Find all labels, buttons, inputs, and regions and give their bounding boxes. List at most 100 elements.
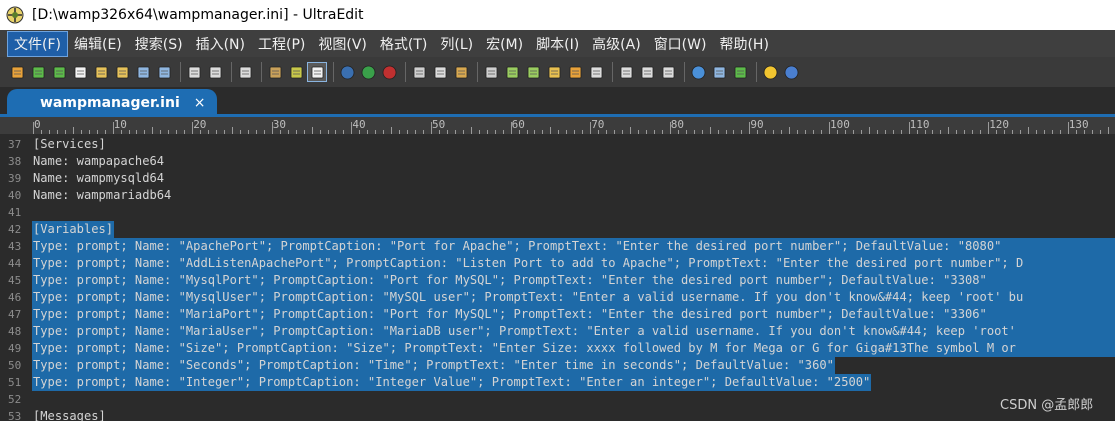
editor-line[interactable]: 40 Name: wampmariadb64 xyxy=(0,187,1115,204)
menu-item-4[interactable]: 工程(P) xyxy=(252,32,311,56)
editor-line[interactable]: 41 xyxy=(0,204,1115,221)
line-number: 52 xyxy=(8,393,22,406)
screenshot-icon[interactable] xyxy=(710,63,728,81)
toolbar xyxy=(0,57,1115,87)
bookmark-icon[interactable] xyxy=(566,63,584,81)
menu-item-8[interactable]: 宏(M) xyxy=(480,32,529,56)
file-tab[interactable]: wampmanager.ini × xyxy=(7,89,217,117)
line-number: 50 xyxy=(8,359,22,372)
open-file-icon[interactable] xyxy=(113,63,131,81)
menu-item-3[interactable]: 插入(N) xyxy=(190,32,251,56)
editor-line[interactable]: 51 Type: prompt; Name: "Integer"; PromptC… xyxy=(0,374,1115,391)
ruler-label: 0 xyxy=(34,118,41,131)
line-number: 48 xyxy=(8,325,22,338)
line-text: Name: wampapache64 xyxy=(33,154,165,168)
column-mode-icon[interactable] xyxy=(287,63,305,81)
window-stack-icon[interactable] xyxy=(659,63,677,81)
menu-item-0[interactable]: 文件(F) xyxy=(7,30,68,57)
paste-icon[interactable] xyxy=(452,63,470,81)
watermark: CSDN @孟郎郎 xyxy=(1000,398,1094,413)
menu-item-7[interactable]: 列(L) xyxy=(434,32,479,56)
ruler-tick xyxy=(470,127,472,134)
help-icon[interactable] xyxy=(782,63,800,81)
tool-c-icon[interactable] xyxy=(338,63,356,81)
word-wrap-icon[interactable] xyxy=(307,62,327,82)
print-icon[interactable] xyxy=(185,63,203,81)
line-text: Type: prompt; Name: "Seconds"; PromptCap… xyxy=(33,358,834,372)
window-cascade-icon[interactable] xyxy=(638,63,656,81)
menu-item-9[interactable]: 脚本(I) xyxy=(530,32,585,56)
menu-item-10[interactable]: 高级(A) xyxy=(586,32,647,56)
ruler-tick xyxy=(72,127,74,134)
open-folder-icon[interactable] xyxy=(92,63,110,81)
new-file-icon[interactable] xyxy=(71,63,89,81)
line-number: 40 xyxy=(8,189,22,202)
web-icon[interactable] xyxy=(689,63,707,81)
refresh-icon[interactable] xyxy=(731,63,749,81)
ruler-tick xyxy=(630,127,631,134)
ruler-tick xyxy=(1028,127,1029,134)
find-files-icon[interactable] xyxy=(545,63,563,81)
tip-icon[interactable] xyxy=(761,63,779,81)
editor-line[interactable]: 48 Type: prompt; Name: "MariaUser"; Promp… xyxy=(0,323,1115,340)
editor-line[interactable]: 39 Name: wampmysqld64 xyxy=(0,170,1115,187)
line-text: [Variables] xyxy=(33,222,114,236)
new-project-icon[interactable] xyxy=(8,63,26,81)
ruler-label: 110 xyxy=(909,118,930,131)
properties-icon[interactable] xyxy=(236,63,254,81)
line-text: Name: wampmariadb64 xyxy=(33,188,172,202)
forward-arrow-icon[interactable] xyxy=(50,63,68,81)
menu-item-6[interactable]: 格式(T) xyxy=(374,32,433,56)
menu-item-5[interactable]: 视图(V) xyxy=(312,32,373,56)
spellcheck-icon[interactable] xyxy=(266,63,284,81)
tool-plus-icon[interactable] xyxy=(359,63,377,81)
ruler-label: 20 xyxy=(193,118,207,131)
editor-line[interactable]: 37 [Services] xyxy=(0,136,1115,153)
menu-item-12[interactable]: 帮助(H) xyxy=(713,32,774,56)
editor-area[interactable]: 37 [Services] 38 Name: wampapache64 39 Name: … xyxy=(0,134,1115,421)
line-text: Type: prompt; Name: "AddListenApachePort… xyxy=(33,256,1024,270)
editor-line[interactable]: 44 Type: prompt; Name: "AddListenApachePo… xyxy=(0,255,1115,272)
cut-icon[interactable] xyxy=(410,63,428,81)
save-all-icon[interactable] xyxy=(155,63,173,81)
editor-line[interactable]: 38 Name: wampapache64 xyxy=(0,153,1115,170)
ultraedit-logo-icon xyxy=(6,6,24,24)
save-icon[interactable] xyxy=(134,63,152,81)
column-ruler: 0 10 20 30 40 50 60 70 80 90 100 110 120 130 xyxy=(0,117,1115,134)
window-title: [D:\wamp326x64\wampmanager.ini] - UltraE… xyxy=(32,7,364,23)
editor-line[interactable]: 49 Type: prompt; Name: "Size"; PromptCapt… xyxy=(0,340,1115,357)
menu-item-11[interactable]: 窗口(W) xyxy=(648,32,713,56)
copy-icon[interactable] xyxy=(431,63,449,81)
editor-line[interactable]: 53 [Messages] xyxy=(0,408,1115,421)
back-arrow-icon[interactable] xyxy=(29,63,47,81)
ruler-tick xyxy=(868,127,870,134)
line-number: 38 xyxy=(8,155,22,168)
editor-line[interactable]: 43 Type: prompt; Name: "ApachePort"; Prom… xyxy=(0,238,1115,255)
editor-line[interactable]: 50 Type: prompt; Name: "Seconds"; PromptC… xyxy=(0,357,1115,374)
replace-icon[interactable] xyxy=(524,63,542,81)
toolbar-separator xyxy=(180,62,181,82)
tool-s-icon[interactable] xyxy=(380,63,398,81)
menu-item-1[interactable]: 编辑(E) xyxy=(68,32,128,56)
line-text: Type: prompt; Name: "Size"; PromptCaptio… xyxy=(33,341,1016,355)
ruler-label: 40 xyxy=(352,118,366,131)
editor-line[interactable]: 47 Type: prompt; Name: "MariaPort"; Promp… xyxy=(0,306,1115,323)
editor-line[interactable]: 42 [Variables] xyxy=(0,221,1115,238)
line-text: Type: prompt; Name: "ApachePort"; Prompt… xyxy=(33,239,1002,253)
find-next-icon[interactable] xyxy=(503,63,521,81)
line-text: Type: prompt; Name: "MariaUser"; PromptC… xyxy=(33,324,1016,338)
menu-bar: 文件(F) 编辑(E) 搜索(S) 插入(N) 工程(P) 视图(V) 格式(T) 列(L) 宏… xyxy=(0,30,1115,57)
toolbar-separator xyxy=(405,62,406,82)
close-tab-icon[interactable]: × xyxy=(194,95,206,111)
menu-item-2[interactable]: 搜索(S) xyxy=(129,32,189,56)
editor-line[interactable]: 45 Type: prompt; Name: "MysqlPort"; Promp… xyxy=(0,272,1115,289)
ruler-label: 50 xyxy=(432,118,446,131)
editor-line[interactable]: 46 Type: prompt; Name: "MysqlUser"; Promp… xyxy=(0,289,1115,306)
ruler-tick xyxy=(1107,127,1109,134)
find-icon[interactable] xyxy=(482,63,500,81)
print-preview-icon[interactable] xyxy=(206,63,224,81)
line-number: 53 xyxy=(8,410,22,421)
editor-line[interactable]: 52 xyxy=(0,391,1115,408)
window-tile-icon[interactable] xyxy=(617,63,635,81)
list-icon[interactable] xyxy=(587,63,605,81)
